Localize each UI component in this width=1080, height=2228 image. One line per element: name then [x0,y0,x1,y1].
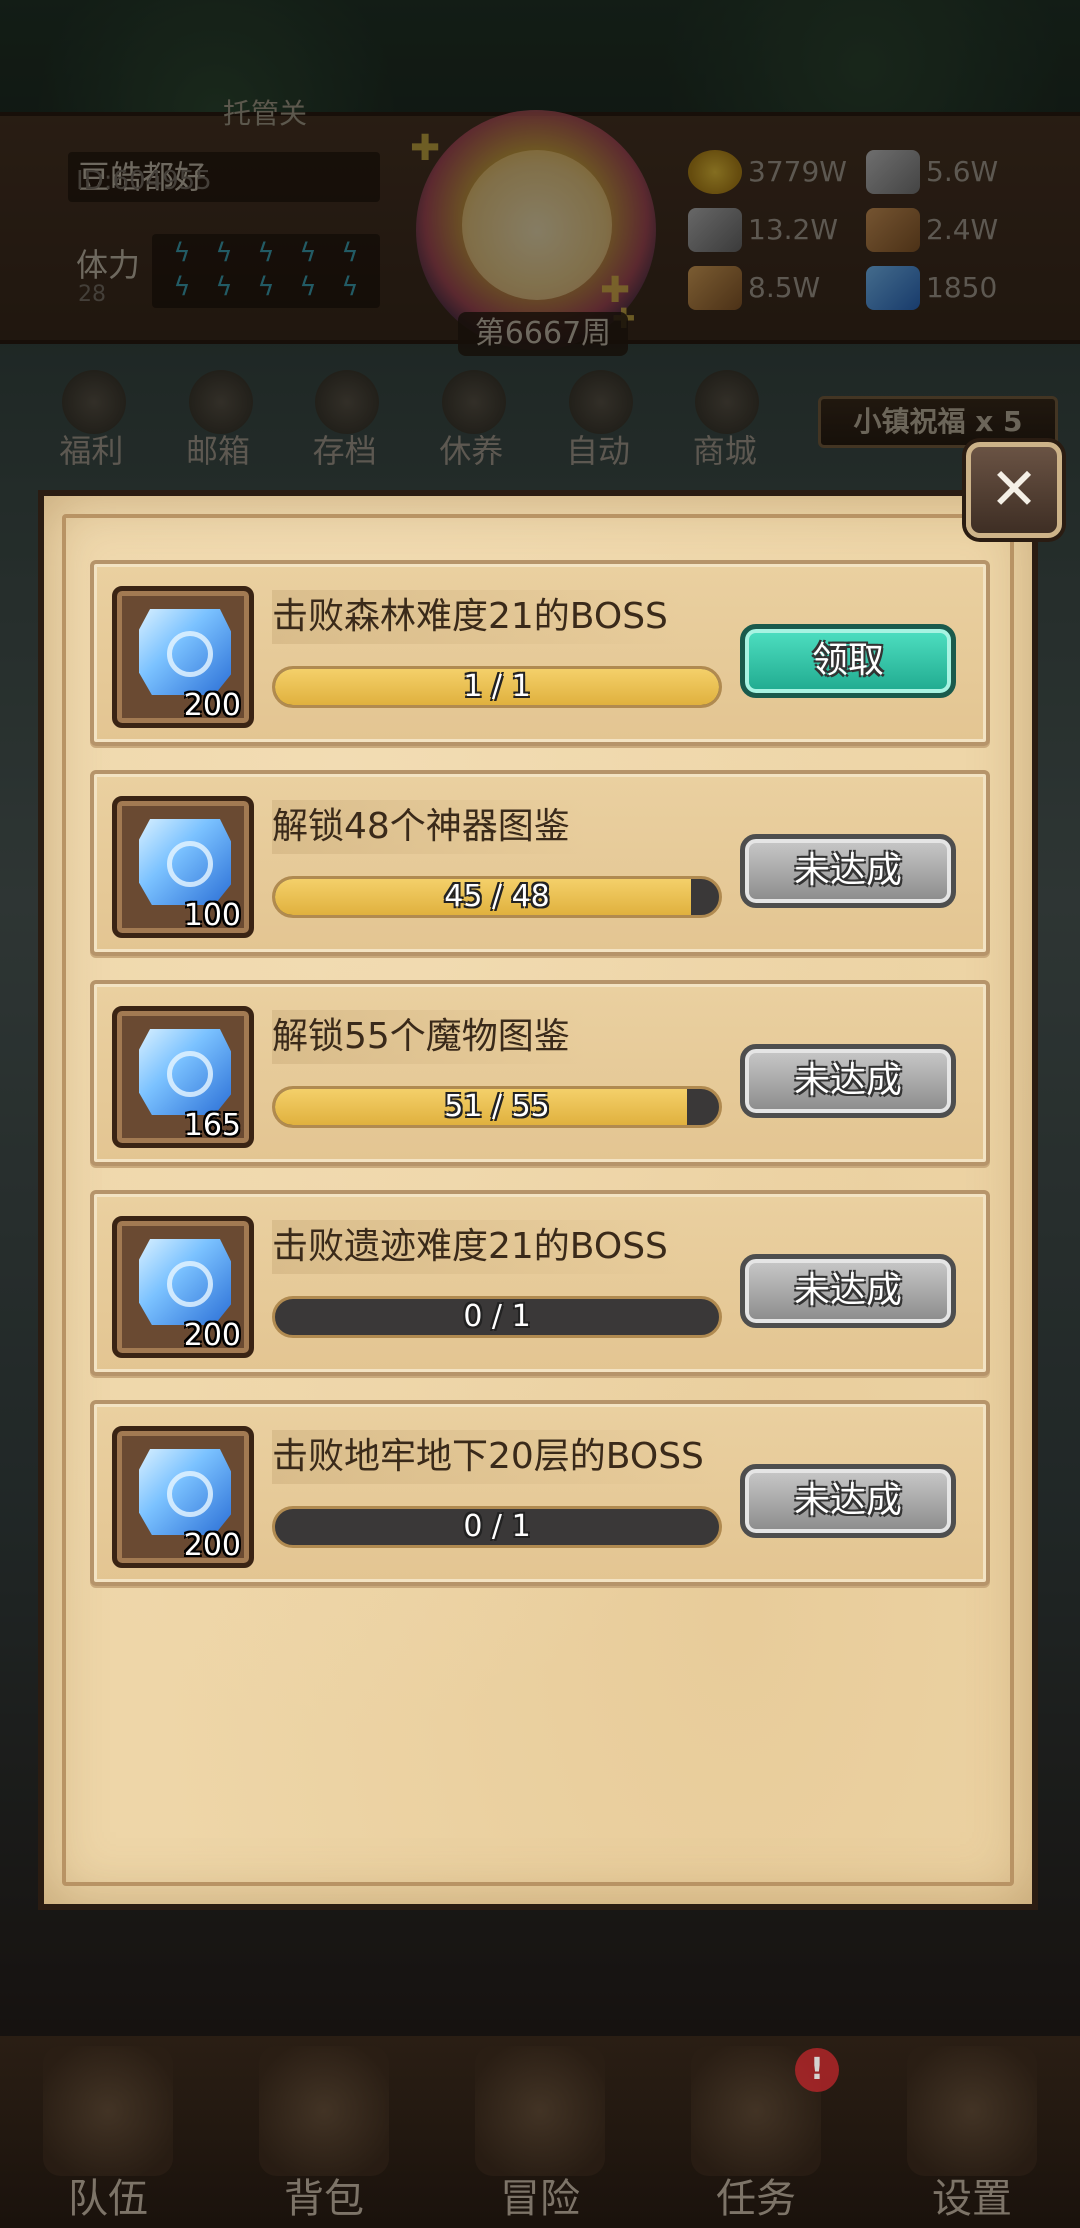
crossed-swords-icon [475,2046,605,2176]
reward-count: 200 [183,1318,241,1353]
backpack-icon [259,2046,389,2176]
crystal-icon [139,1239,231,1325]
reward-count: 100 [183,898,241,933]
progress-text: 51 / 55 [444,1089,550,1124]
task-title: 解锁48个神器图鉴 [272,800,584,854]
task-title: 击败森林难度21的BOSS [272,590,682,644]
progress-text: 0 / 1 [463,1299,531,1334]
not-achieved-button[interactable]: 未达成 [740,834,956,908]
task-row: 200 击败遗迹难度21的BOSS 0 / 1 未达成 [90,1190,990,1376]
reward-slot[interactable]: 200 [112,586,254,728]
crystal-icon [139,609,231,695]
reward-slot[interactable]: 165 [112,1006,254,1148]
progress-bar: 51 / 55 [272,1086,722,1128]
reward-count: 200 [183,688,241,723]
reward-count: 200 [183,1528,241,1563]
alert-badge: ! [795,2048,839,2092]
progress-bar: 45 / 48 [272,876,722,918]
crystal-icon [139,1449,231,1535]
not-achieved-button[interactable]: 未达成 [740,1464,956,1538]
bottom-nav-settings[interactable]: 设置 [887,2036,1057,2228]
task-row: 200 击败森林难度21的BOSS 1 / 1 领取 [90,560,990,746]
not-achieved-button[interactable]: 未达成 [740,1254,956,1328]
crystal-icon [139,819,231,905]
task-title: 解锁55个魔物图鉴 [272,1010,584,1064]
bottom-nav-label: 背包 [284,2176,364,2222]
bottom-nav: 队伍 背包 冒险 ! 任务 设置 [0,2036,1080,2228]
bottom-nav-label: 设置 [932,2176,1012,2222]
task-row: 200 击败地牢地下20层的BOSS 0 / 1 未达成 [90,1400,990,1586]
task-row: 165 解锁55个魔物图鉴 51 / 55 未达成 [90,980,990,1166]
crystal-icon [139,1029,231,1115]
not-achieved-button[interactable]: 未达成 [740,1044,956,1118]
task-title: 击败地牢地下20层的BOSS [272,1430,718,1484]
bottom-nav-quests[interactable]: ! 任务 [671,2036,841,2228]
close-button[interactable]: ✕ [966,442,1062,538]
reward-slot[interactable]: 200 [112,1216,254,1358]
close-icon: ✕ [989,455,1039,523]
helmet-icon [43,2046,173,2176]
bottom-nav-label: 冒险 [500,2176,580,2222]
progress-text: 0 / 1 [463,1509,531,1544]
progress-text: 1 / 1 [463,669,531,704]
bottom-nav-adventure[interactable]: 冒险 [455,2036,625,2228]
bottom-nav-label: 队伍 [68,2176,148,2222]
progress-text: 45 / 48 [444,879,550,914]
task-title: 击败遗迹难度21的BOSS [272,1220,682,1274]
reward-slot[interactable]: 100 [112,796,254,938]
progress-bar: 0 / 1 [272,1296,722,1338]
bottom-nav-label: 任务 [716,2176,796,2222]
gear-icon [907,2046,1037,2176]
bottom-nav-team[interactable]: 队伍 [23,2036,193,2228]
claim-button[interactable]: 领取 [740,624,956,698]
reward-slot[interactable]: 200 [112,1426,254,1568]
progress-bar: 1 / 1 [272,666,722,708]
progress-bar: 0 / 1 [272,1506,722,1548]
task-row: 100 解锁48个神器图鉴 45 / 48 未达成 [90,770,990,956]
bottom-nav-backpack[interactable]: 背包 [239,2036,409,2228]
reward-count: 165 [183,1108,241,1143]
